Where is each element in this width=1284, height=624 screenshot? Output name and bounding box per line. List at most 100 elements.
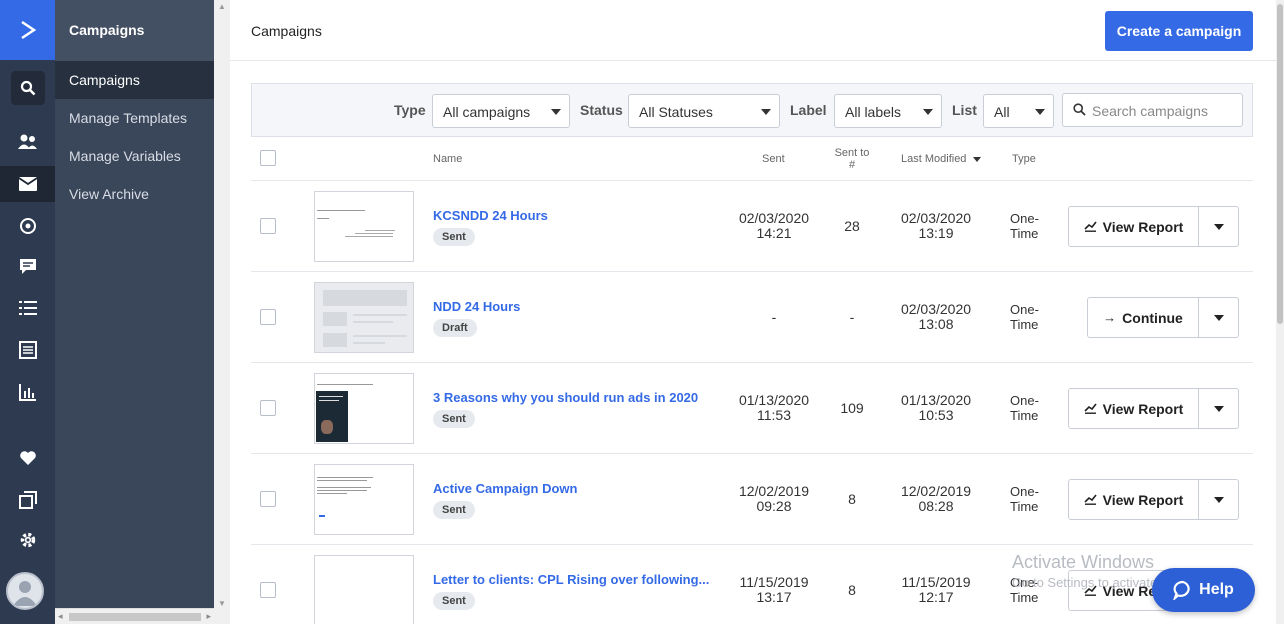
- sent-to-count: 109: [840, 400, 864, 416]
- search-campaigns-input[interactable]: Search campaigns: [1062, 93, 1243, 127]
- table-row[interactable]: NDD 24 Hours Draft - - 02/03/2020 13:08 …: [251, 272, 1253, 363]
- row-checkbox[interactable]: [260, 582, 276, 598]
- label-filter-select[interactable]: All labels: [834, 94, 942, 128]
- table-row[interactable]: KCSNDD 24 Hours Sent 02/03/2020 14:21 28…: [251, 181, 1253, 272]
- column-name[interactable]: Name: [433, 153, 462, 165]
- sent-date-time: 11:53: [757, 407, 791, 423]
- last-modified-day: 12/02/2019: [900, 483, 972, 499]
- status-filter-label: Status: [580, 102, 623, 118]
- subnav-item-campaigns[interactable]: Campaigns: [55, 61, 214, 99]
- select-all-checkbox[interactable]: [260, 150, 276, 166]
- apps-heart-icon[interactable]: [0, 440, 55, 476]
- column-sent-to[interactable]: Sent to #: [833, 147, 871, 171]
- row-actions-dropdown[interactable]: [1198, 206, 1239, 247]
- row-checkbox[interactable]: [260, 491, 276, 507]
- list-filter-value: All: [994, 104, 1010, 120]
- list-filter-label: List: [952, 102, 977, 118]
- label-filter-label: Label: [790, 102, 827, 118]
- scrollbar-thumb[interactable]: [69, 613, 201, 621]
- type-filter-select[interactable]: All campaigns: [432, 94, 570, 128]
- campaign-type-line2: Time: [1010, 226, 1039, 241]
- sort-desc-icon: [972, 156, 981, 162]
- status-filter-select[interactable]: All Statuses: [628, 94, 780, 128]
- sent-date-time: 09:28: [756, 498, 792, 514]
- conversations-icon[interactable]: [0, 248, 55, 284]
- chevron-down-icon: [1035, 109, 1045, 115]
- table-row[interactable]: 3 Reasons why you should run ads in 2020…: [251, 363, 1253, 454]
- sent-date-day: -: [771, 309, 777, 325]
- row-checkbox[interactable]: [260, 400, 276, 416]
- scrollbar-thumb[interactable]: [1277, 4, 1283, 324]
- campaign-type-line1: One-: [1010, 302, 1039, 317]
- search-icon[interactable]: [0, 70, 55, 106]
- subnav-item-manage-templates[interactable]: Manage Templates: [55, 99, 214, 137]
- row-actions-dropdown[interactable]: [1198, 297, 1239, 338]
- label-filter-value: All labels: [845, 104, 902, 120]
- subnav-horizontal-scrollbar[interactable]: ◂ ▸: [55, 608, 214, 624]
- campaign-name-link[interactable]: Letter to clients: CPL Rising over follo…: [433, 572, 709, 587]
- row-checkbox[interactable]: [260, 309, 276, 325]
- campaign-type: One- Time: [1010, 302, 1039, 332]
- chevron-down-icon: [1214, 406, 1224, 412]
- last-modified-day: 01/13/2020: [900, 392, 972, 408]
- campaign-thumbnail[interactable]: [314, 464, 414, 535]
- chevron-down-icon: [761, 109, 771, 115]
- forms-icon[interactable]: [0, 332, 55, 368]
- last-modified: 02/03/2020 13:19: [891, 211, 981, 241]
- sent-to-count: 8: [848, 491, 856, 507]
- view-report-button[interactable]: View Report: [1068, 388, 1199, 429]
- page-vertical-scrollbar[interactable]: [1276, 0, 1284, 624]
- row-actions-dropdown[interactable]: [1198, 388, 1239, 429]
- column-last-modified[interactable]: Last Modified: [901, 153, 981, 165]
- campaign-thumbnail[interactable]: [314, 191, 414, 262]
- automations-icon[interactable]: [0, 208, 55, 244]
- campaign-name-link[interactable]: KCSNDD 24 Hours: [433, 208, 548, 223]
- column-last-modified-label: Last Modified: [901, 153, 967, 165]
- logo-chevron-icon[interactable]: [0, 0, 55, 60]
- campaigns-envelope-icon[interactable]: [0, 166, 55, 202]
- campaign-thumbnail[interactable]: [314, 555, 414, 624]
- view-report-button[interactable]: View Report: [1068, 206, 1199, 247]
- scroll-up-arrow-icon[interactable]: ▲: [218, 2, 226, 11]
- campaign-thumbnail[interactable]: [314, 282, 414, 353]
- campaign-name-link[interactable]: NDD 24 Hours: [433, 299, 520, 314]
- campaign-thumbnail[interactable]: [314, 373, 414, 444]
- create-campaign-button[interactable]: Create a campaign: [1105, 11, 1253, 51]
- scroll-left-arrow-icon[interactable]: ◂: [58, 611, 63, 622]
- sent-to-count: -: [849, 309, 855, 325]
- contacts-icon[interactable]: [0, 124, 55, 160]
- list-filter-select[interactable]: All: [983, 94, 1054, 128]
- view-report-button[interactable]: View Report: [1068, 479, 1199, 520]
- sent-date: 01/13/2020 11:53: [729, 393, 819, 423]
- subnav-item-view-archive[interactable]: View Archive: [55, 175, 214, 213]
- scroll-right-arrow-icon[interactable]: ▸: [206, 611, 211, 622]
- help-button[interactable]: Help: [1152, 568, 1255, 612]
- continue-button[interactable]: → Continue: [1087, 297, 1199, 338]
- filter-bar: Type All campaigns Status All Statuses L…: [251, 83, 1253, 137]
- campaign-type-line2: Time: [1010, 317, 1039, 332]
- column-sent[interactable]: Sent: [762, 153, 785, 165]
- settings-gear-icon[interactable]: [0, 522, 55, 558]
- campaign-type: One- Time: [1010, 393, 1039, 423]
- table-row[interactable]: Active Campaign Down Sent 12/02/2019 09:…: [251, 454, 1253, 545]
- campaign-name-link[interactable]: Active Campaign Down: [433, 481, 577, 496]
- last-modified-time: 10:53: [918, 407, 954, 423]
- sent-date: -: [729, 310, 819, 325]
- campaign-type-line1: One-: [1010, 484, 1039, 499]
- chevron-down-icon: [923, 109, 933, 115]
- campaign-type-line2: Time: [1010, 408, 1039, 423]
- user-avatar[interactable]: [6, 572, 44, 610]
- column-type[interactable]: Type: [1012, 153, 1036, 165]
- scroll-down-arrow-icon[interactable]: ▼: [218, 599, 226, 608]
- chevron-down-icon: [1214, 224, 1224, 230]
- column-sent-to-line1: Sent to: [834, 147, 870, 159]
- campaign-name-link[interactable]: 3 Reasons why you should run ads in 2020: [433, 390, 698, 405]
- subnav-vertical-scrollbar[interactable]: ▲ ▼: [214, 0, 230, 624]
- reports-icon[interactable]: [0, 374, 55, 410]
- subnav-item-manage-variables[interactable]: Manage Variables: [55, 137, 214, 175]
- row-actions-dropdown[interactable]: [1198, 479, 1239, 520]
- pages-icon[interactable]: [0, 482, 55, 518]
- row-checkbox[interactable]: [260, 218, 276, 234]
- lists-icon[interactable]: [0, 290, 55, 326]
- sent-to-count: 28: [844, 218, 860, 234]
